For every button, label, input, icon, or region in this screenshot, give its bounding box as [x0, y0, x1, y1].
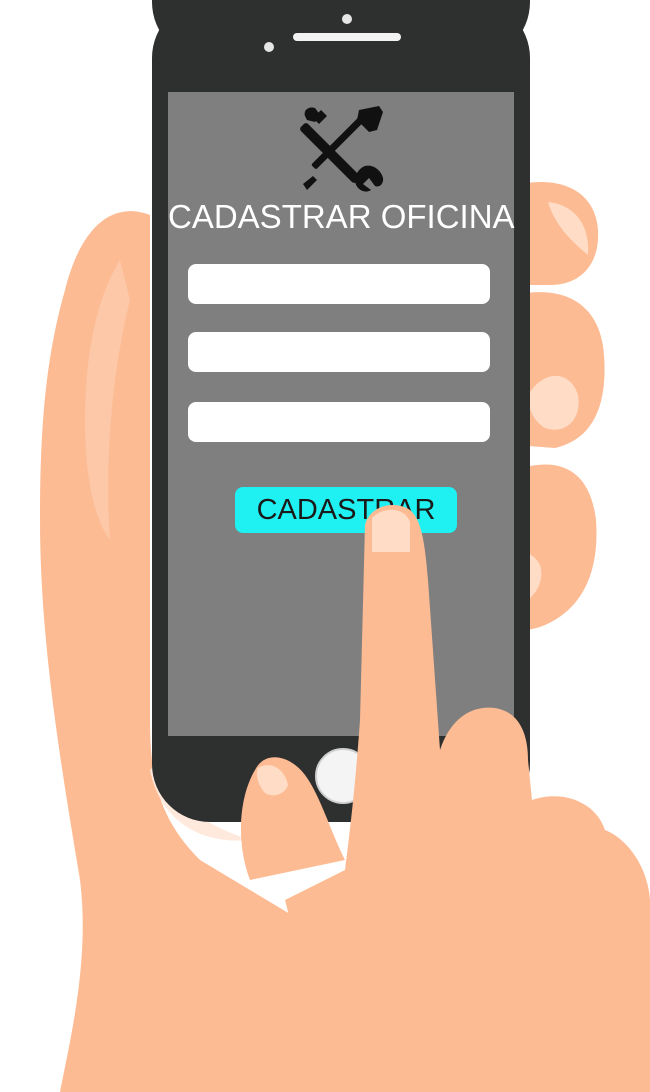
wrench-screwdriver-icon — [300, 106, 384, 192]
home-button — [315, 748, 371, 804]
speaker-grille — [293, 33, 401, 41]
sensor-dot — [264, 42, 274, 52]
submit-button[interactable]: CADASTRAR — [235, 487, 457, 533]
form-field-1[interactable] — [188, 264, 490, 304]
phone-top-cap — [152, 0, 530, 60]
form-field-3[interactable] — [188, 402, 490, 442]
form-field-2[interactable] — [188, 332, 490, 372]
illustration-scene: CADASTRAR OFICINA CADASTRAR — [0, 0, 650, 1092]
page-title: CADASTRAR OFICINA — [168, 198, 515, 235]
app-screen: CADASTRAR OFICINA CADASTRAR — [168, 92, 515, 736]
front-camera — [342, 14, 352, 24]
